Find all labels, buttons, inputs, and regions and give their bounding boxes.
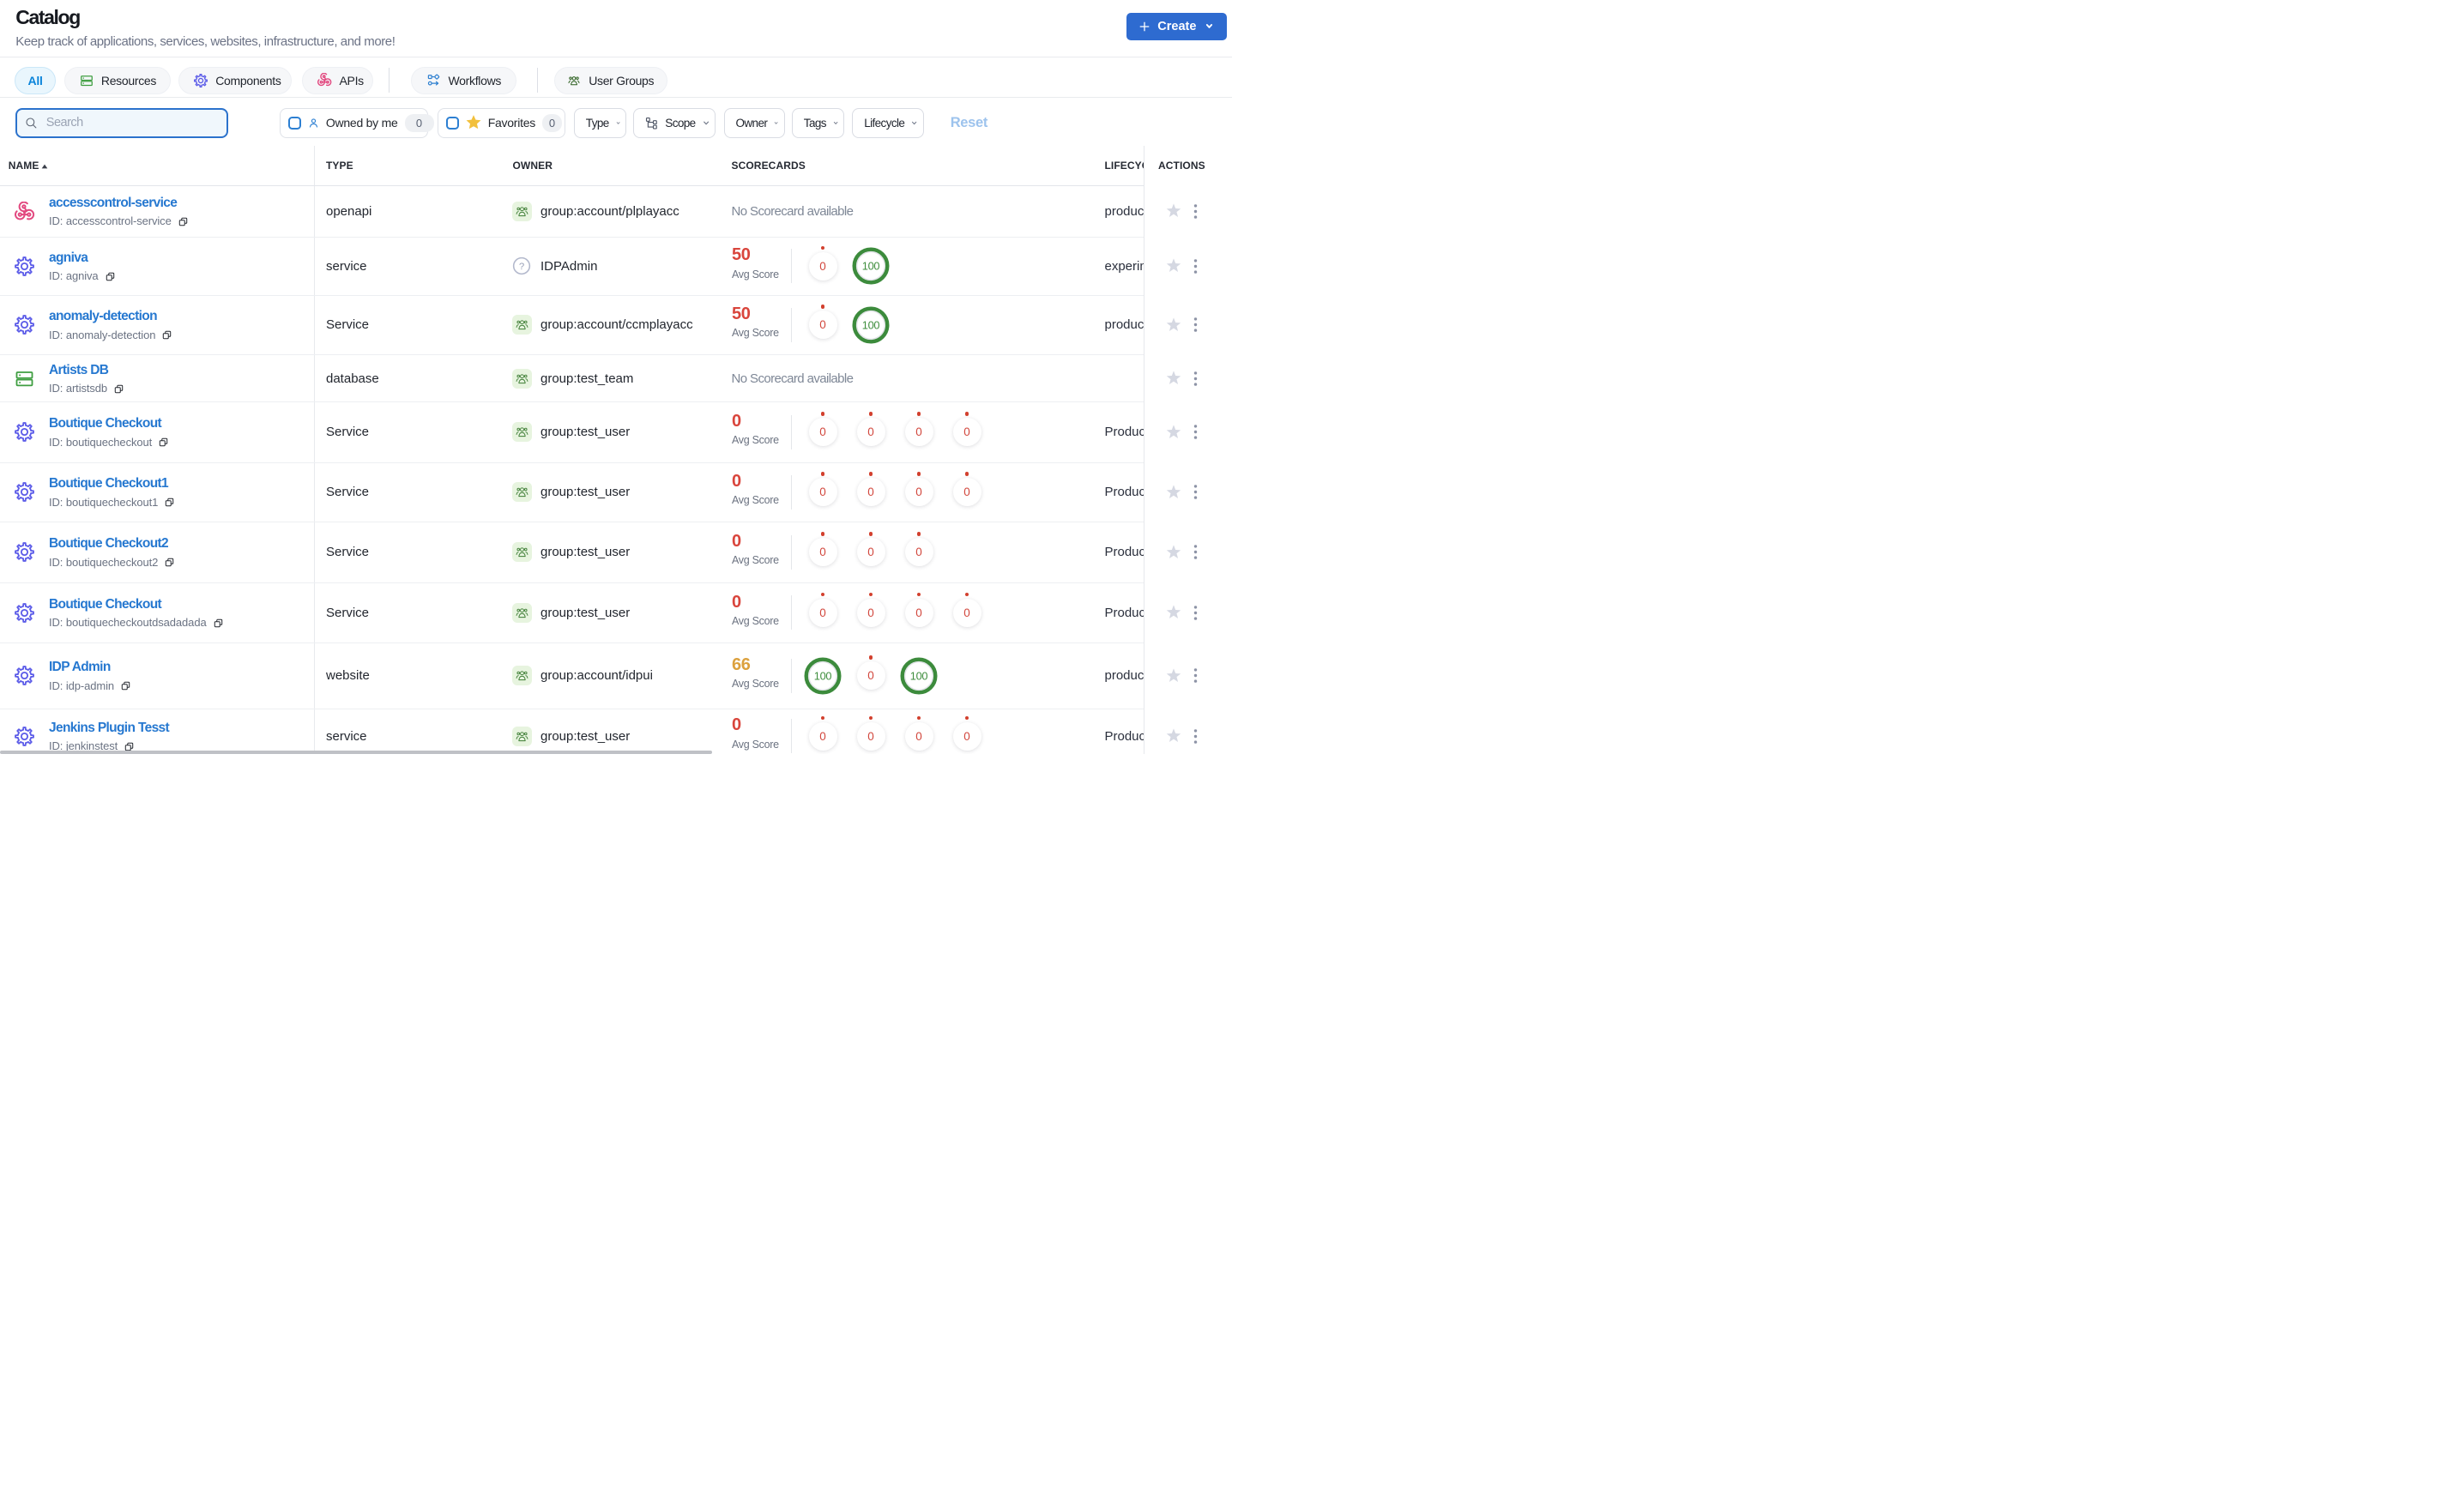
svg-text:100: 100 (814, 669, 832, 682)
svg-text:100: 100 (862, 260, 880, 273)
svg-text:100: 100 (910, 669, 928, 682)
svg-text:100: 100 (862, 318, 880, 331)
svg-text:?: ? (519, 262, 524, 272)
